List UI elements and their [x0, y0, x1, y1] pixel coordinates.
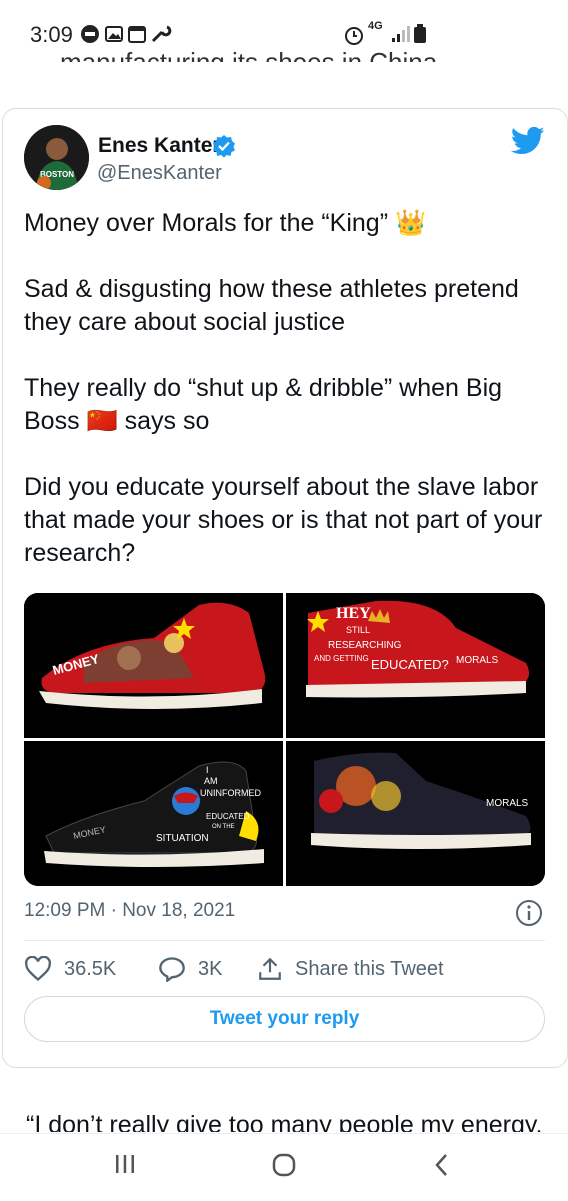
tweet-text: Money over Morals for the “King” 👑 Sad &…	[24, 207, 554, 603]
tweet-reply-button[interactable]: Tweet your reply	[24, 996, 545, 1042]
battery-icon	[414, 24, 426, 43]
shoe-image-2-text: STILL	[346, 625, 370, 635]
previous-text-fragment: manufacturing its shoes in China.	[60, 47, 445, 62]
shoe-image-1[interactable]: MONEY	[24, 593, 283, 738]
home-icon[interactable]	[270, 1152, 298, 1178]
shoe-image-2[interactable]: HEY STILL RESEARCHING AND GETTING EDUCAT…	[286, 593, 545, 738]
tweet-paragraph: They really do “shut up & dribble” when …	[24, 374, 503, 435]
shoe-image-3-text: UNINFORMED	[200, 788, 261, 798]
twitter-bird-icon[interactable]	[511, 126, 545, 156]
recent-apps-icon[interactable]	[112, 1152, 138, 1176]
reply-action-button[interactable]: 3K	[158, 956, 222, 982]
shoe-image-3-text: EDUCATED	[206, 812, 250, 821]
shoe-image-2-text: AND GETTING	[314, 654, 369, 663]
like-count: 36.5K	[64, 957, 117, 980]
wrench-icon	[151, 25, 172, 43]
share-icon	[259, 957, 281, 980]
reply-icon	[159, 957, 185, 982]
signal-icon	[392, 26, 410, 42]
shoe-image-4-text: MORALS	[486, 798, 529, 809]
shoe-image-2-text: RESEARCHING	[328, 640, 402, 651]
tweet-paragraph: Sad & disgusting how these athletes pret…	[24, 275, 519, 336]
author-handle[interactable]: @EnesKanter	[97, 162, 222, 185]
heart-icon	[25, 956, 51, 982]
verified-badge-icon	[213, 135, 235, 158]
shoe-image-2-text: HEY	[336, 605, 371, 622]
share-button[interactable]: Share this Tweet	[257, 956, 444, 982]
shoe-image-3-text: AM	[204, 776, 218, 786]
tweet-timestamp[interactable]: 12:09 PM · Nov 18, 2021	[24, 900, 235, 922]
shoe-image-3-text: ON THE	[212, 824, 235, 830]
notification-icon	[81, 25, 99, 43]
shoe-image-4[interactable]: MORALS	[286, 741, 545, 886]
tweet-paragraph: Money over Morals for the “King” 👑	[24, 209, 427, 237]
shoe-image-3[interactable]: I AM UNINFORMED EDUCATED ON THE SITUATIO…	[24, 741, 283, 886]
divider	[24, 940, 545, 941]
like-button[interactable]: 36.5K	[24, 956, 116, 982]
reply-count: 3K	[198, 957, 223, 980]
shoe-image-3-text: I	[206, 765, 209, 775]
network-type: 4G	[368, 20, 383, 32]
share-label: Share this Tweet	[295, 957, 444, 980]
avatar[interactable]: BOSTON	[24, 125, 89, 190]
info-icon[interactable]	[515, 899, 543, 927]
calendar-icon	[128, 26, 146, 43]
shoe-image-3-text: SITUATION	[156, 833, 209, 844]
article-quote-text: “I don’t really give too many people my …	[26, 1111, 543, 1132]
shoe-image-2-text: EDUCATED?	[371, 657, 449, 672]
shoe-image-2-text: MORALS	[456, 655, 499, 666]
author-name[interactable]: Enes Kanter	[98, 134, 221, 158]
back-icon[interactable]	[430, 1152, 454, 1178]
gallery-icon	[105, 26, 123, 42]
tweet-image-grid[interactable]: MONEY HEY STILL RESEARCHING AND GETTING …	[24, 593, 545, 886]
tweet-paragraph: Did you educate yourself about the slave…	[24, 473, 543, 567]
